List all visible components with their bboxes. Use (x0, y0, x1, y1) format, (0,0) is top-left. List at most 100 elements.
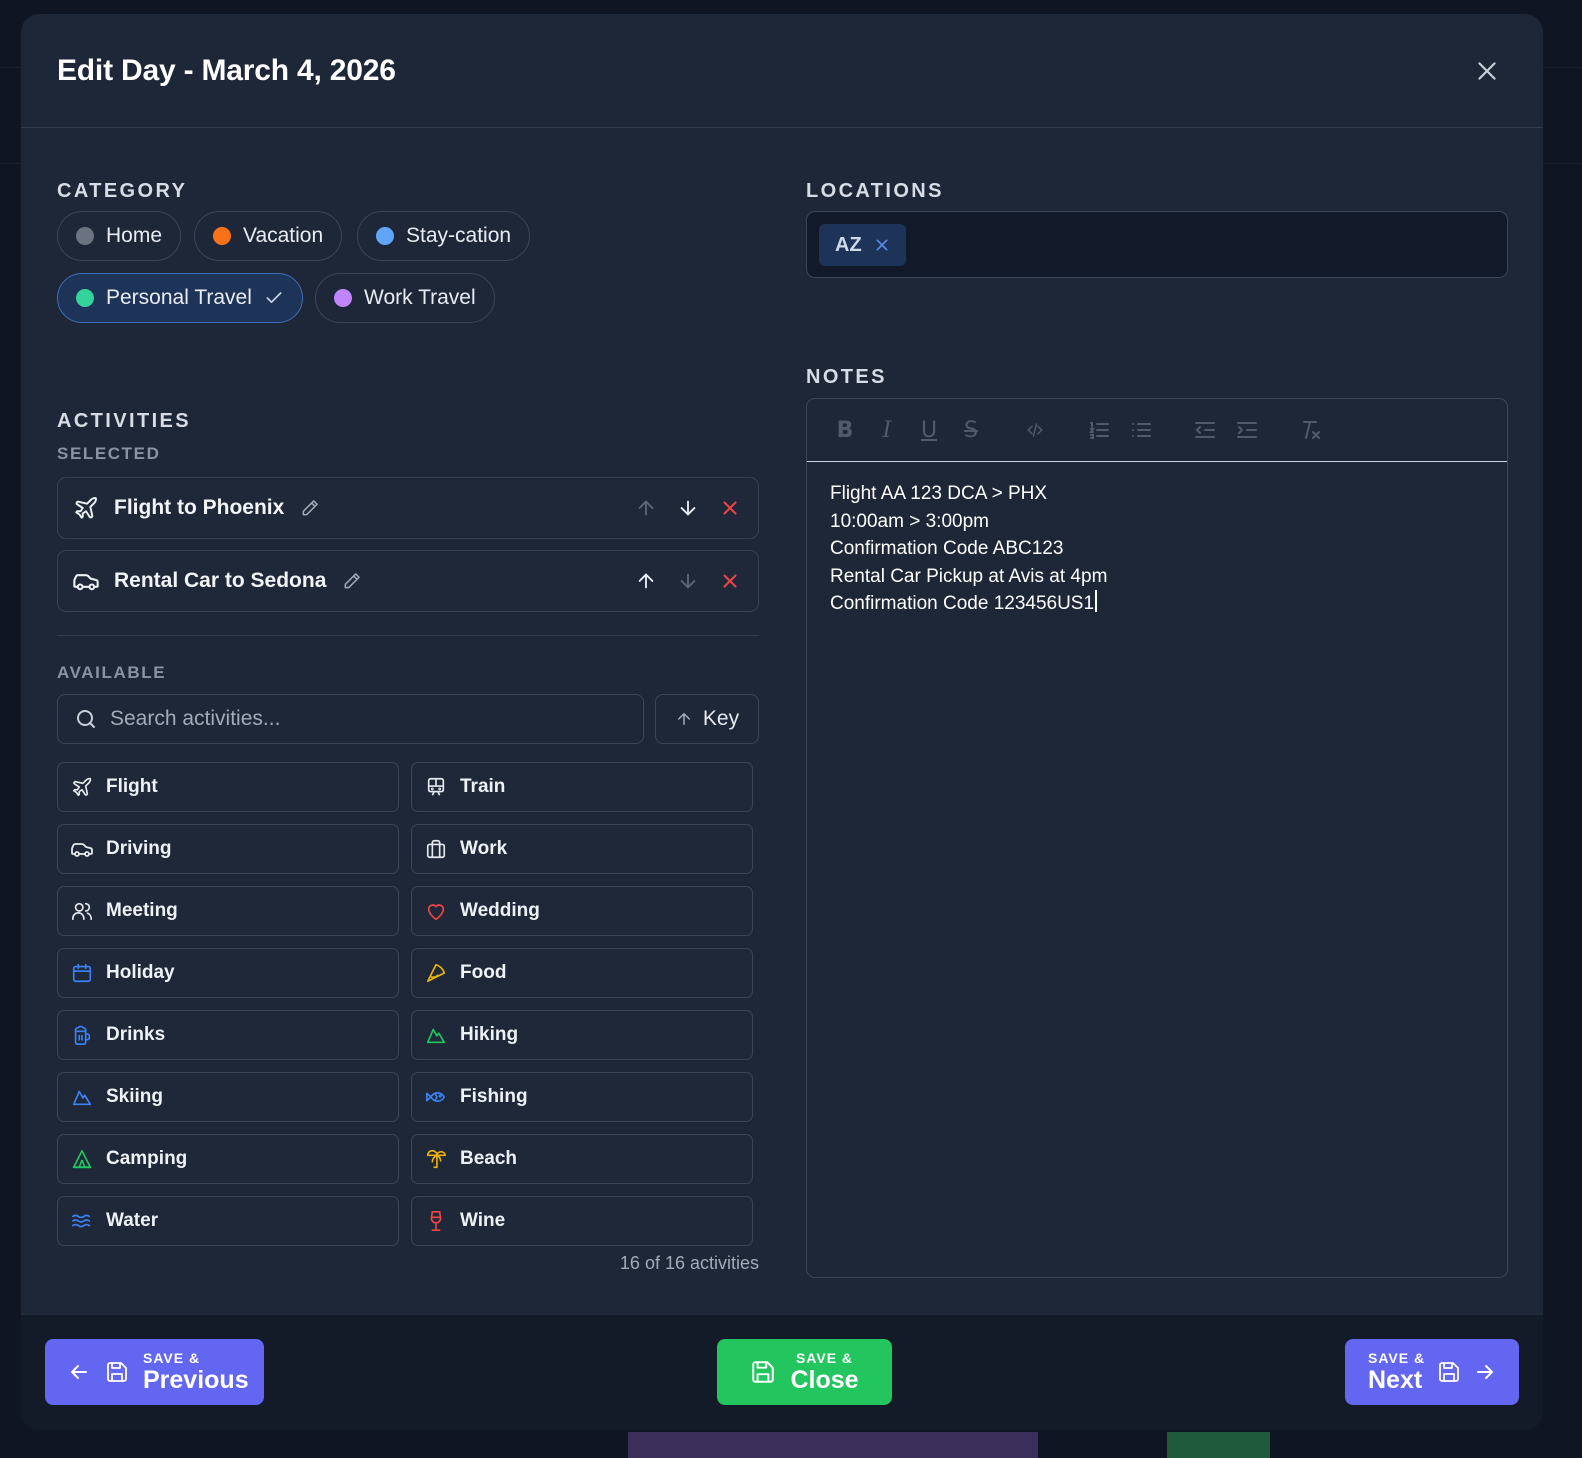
selected-activity-label: Rental Car to Sedona (114, 569, 327, 592)
edit-button[interactable] (298, 496, 322, 520)
notes-editor: B I U S Flight AA 123 DCA > PHX 10:00am … (806, 398, 1508, 1278)
heart-icon (424, 899, 448, 923)
status-dot (334, 289, 352, 307)
activity-train[interactable]: Train (411, 762, 753, 812)
move-up-button[interactable] (632, 494, 660, 522)
beer-icon (70, 1023, 94, 1047)
clear-format-icon[interactable] (1297, 416, 1325, 444)
activity-hiking[interactable]: Hiking (411, 1010, 753, 1060)
arrow-up-icon (638, 573, 654, 589)
status-dot (376, 227, 394, 245)
key-button[interactable]: Key (655, 694, 759, 744)
tent-icon (70, 1147, 94, 1171)
briefcase-icon (424, 837, 448, 861)
plane-icon (70, 775, 94, 799)
activity-label: Beach (460, 1148, 518, 1169)
activity-water[interactable]: Water (57, 1196, 399, 1246)
activity-food[interactable]: Food (411, 948, 753, 998)
plane-icon (72, 494, 100, 522)
save-icon (752, 1361, 775, 1383)
category-pill-staycation[interactable]: Stay-cation (357, 211, 531, 261)
italic-icon[interactable]: I (873, 416, 901, 444)
modal-footer: SAVE & Previous SAVE & Close SAVE & Next (21, 1314, 1543, 1430)
mountain-icon (424, 1023, 448, 1047)
activity-camping[interactable]: Camping (57, 1134, 399, 1184)
move-down-button[interactable] (674, 567, 702, 595)
save-next-button[interactable]: SAVE & Next (1345, 1339, 1519, 1405)
status-dot (76, 227, 94, 245)
activity-label: Holiday (106, 962, 175, 983)
activity-label: Meeting (106, 900, 178, 921)
pill-label: Personal Travel (106, 286, 252, 309)
close-button[interactable] (1467, 51, 1507, 91)
car-icon (72, 567, 100, 595)
divider (57, 635, 759, 636)
text-cursor (1095, 590, 1097, 612)
notes-line: Confirmation Code 123456US1 (830, 593, 1095, 614)
button-caption: SAVE & (795, 1350, 854, 1366)
locations-input[interactable]: AZ (806, 211, 1508, 278)
code-icon[interactable] (1021, 416, 1049, 444)
waves-icon (70, 1209, 94, 1233)
palm-tree-icon (424, 1147, 448, 1171)
indent-icon[interactable] (1233, 416, 1261, 444)
button-label: Close (790, 1366, 859, 1394)
selected-activity-row: Rental Car to Sedona (57, 550, 759, 612)
strikethrough-icon[interactable]: S (957, 416, 985, 444)
underline-icon[interactable]: U (915, 416, 943, 444)
close-icon (876, 239, 888, 251)
pill-label: Home (106, 224, 163, 247)
activity-meeting[interactable]: Meeting (57, 886, 399, 936)
activity-label: Fishing (460, 1086, 528, 1107)
activity-holiday[interactable]: Holiday (57, 948, 399, 998)
available-subheading: AVAILABLE (57, 663, 167, 682)
remove-chip-button[interactable] (874, 237, 890, 253)
bold-icon[interactable]: B (831, 416, 859, 444)
save-icon (1439, 1362, 1459, 1382)
category-pill-work-travel[interactable]: Work Travel (315, 273, 495, 323)
save-previous-button[interactable]: SAVE & Previous (45, 1339, 264, 1405)
button-label: Next (1368, 1366, 1423, 1394)
arrow-up-icon (677, 712, 690, 725)
close-icon (1478, 61, 1496, 80)
notes-content[interactable]: Flight AA 123 DCA > PHX 10:00am > 3:00pm… (807, 462, 1507, 636)
activity-flight[interactable]: Flight (57, 762, 399, 812)
search-input[interactable] (110, 707, 590, 731)
remove-button[interactable] (716, 494, 744, 522)
activity-work[interactable]: Work (411, 824, 753, 874)
activity-label: Hiking (460, 1024, 519, 1045)
activity-skiing[interactable]: Skiing (57, 1072, 399, 1122)
activity-driving[interactable]: Driving (57, 824, 399, 874)
activity-label: Water (106, 1210, 159, 1231)
close-icon (723, 574, 737, 588)
category-pill-personal-travel[interactable]: Personal Travel (57, 273, 303, 323)
status-dot (213, 227, 231, 245)
activity-wedding[interactable]: Wedding (411, 886, 753, 936)
calendar-icon (70, 961, 94, 985)
activity-label: Wine (460, 1210, 506, 1231)
location-chip: AZ (819, 224, 906, 266)
activity-label: Train (460, 776, 506, 797)
activity-fishing[interactable]: Fishing (411, 1072, 753, 1122)
activity-wine[interactable]: Wine (411, 1196, 753, 1246)
bullet-list-icon[interactable] (1127, 416, 1155, 444)
status-dot (76, 289, 94, 307)
notes-line: Flight AA 123 DCA > PHX (830, 483, 1048, 504)
selected-subheading: SELECTED (57, 444, 161, 463)
activity-count: 16 of 16 activities (619, 1253, 759, 1273)
train-icon (424, 775, 448, 799)
ordered-list-icon[interactable] (1085, 416, 1113, 444)
edit-button[interactable] (340, 569, 364, 593)
category-pill-home[interactable]: Home (57, 211, 182, 261)
remove-button[interactable] (716, 567, 744, 595)
activity-drinks[interactable]: Drinks (57, 1010, 399, 1060)
move-down-button[interactable] (674, 494, 702, 522)
category-pill-vacation[interactable]: Vacation (194, 211, 343, 261)
category-heading: CATEGORY (57, 180, 188, 202)
locations-heading: LOCATIONS (806, 180, 944, 202)
activity-beach[interactable]: Beach (411, 1134, 753, 1184)
save-close-button[interactable]: SAVE & Close (717, 1339, 892, 1405)
users-icon (70, 899, 94, 923)
outdent-icon[interactable] (1191, 416, 1219, 444)
move-up-button[interactable] (632, 567, 660, 595)
